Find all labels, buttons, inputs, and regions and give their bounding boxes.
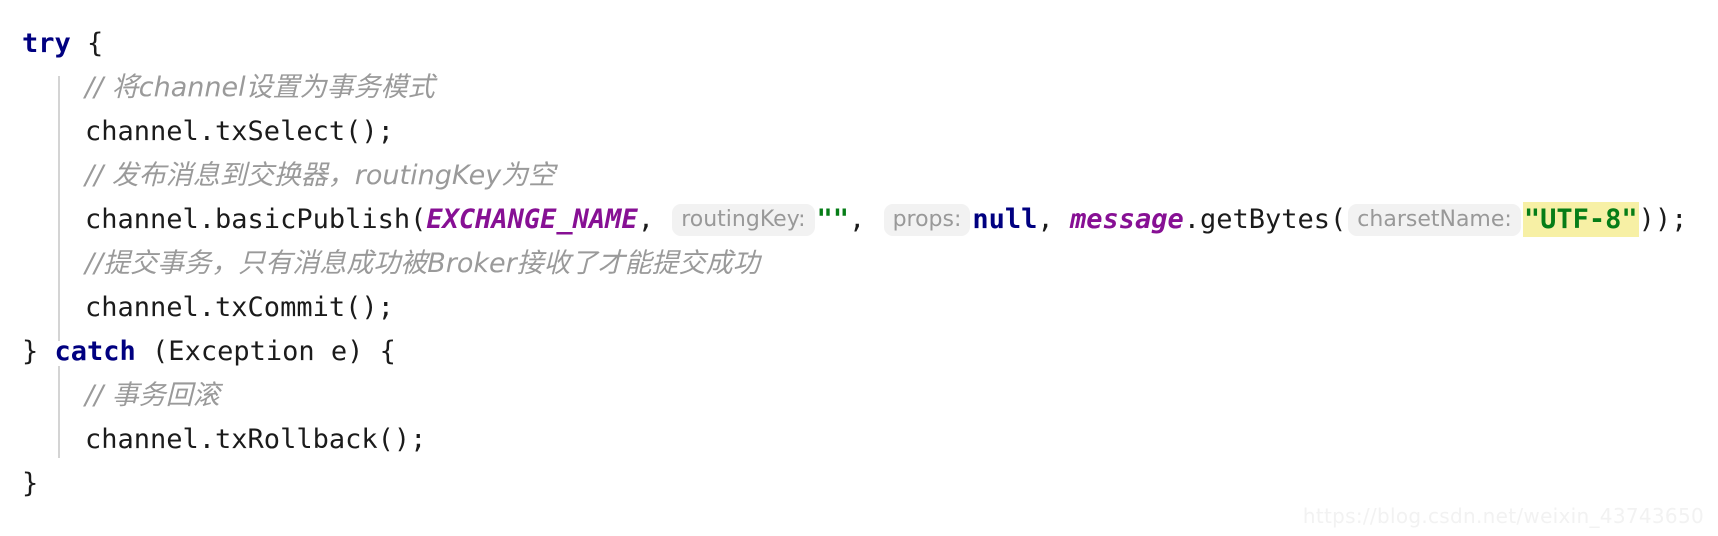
argument-utf8-highlighted: "UTF-8" bbox=[1522, 202, 1639, 237]
call-basic-publish-suffix: )); bbox=[1638, 204, 1688, 235]
brace-close-try: } bbox=[22, 336, 55, 367]
argument-null: null bbox=[972, 204, 1038, 235]
parameter-hint-routing-key[interactable]: routingKey: bbox=[672, 204, 815, 236]
code-line-6[interactable]: //提交事务，只有消息成功被Broker接收了才能提交成功 bbox=[22, 242, 1718, 286]
argument-separator: , bbox=[1037, 204, 1070, 235]
statement-tx-commit: channel.txCommit(); bbox=[85, 292, 394, 323]
argument-separator: , bbox=[637, 204, 671, 235]
comment-transaction-rollback: // 事务回滚 bbox=[85, 380, 220, 411]
code-line-1[interactable]: try { bbox=[22, 22, 1718, 66]
catch-exception-clause: (Exception e) { bbox=[135, 336, 396, 367]
keyword-catch: catch bbox=[54, 336, 136, 367]
code-line-9[interactable]: // 事务回滚 bbox=[22, 374, 1718, 418]
code-line-10[interactable]: channel.txRollback(); bbox=[22, 418, 1718, 462]
code-line-8[interactable]: } catch (Exception e) { bbox=[22, 330, 1718, 374]
code-content[interactable]: try { // 将channel设置为事务模式 channel.txSelec… bbox=[22, 22, 1718, 506]
comment-commit-transaction: //提交事务，只有消息成功被Broker接收了才能提交成功 bbox=[85, 248, 760, 279]
statement-tx-select: channel.txSelect(); bbox=[85, 116, 394, 147]
code-editor-pane[interactable]: try { // 将channel设置为事务模式 channel.txSelec… bbox=[0, 0, 1718, 536]
code-line-5[interactable]: channel.basicPublish(EXCHANGE_NAME, rout… bbox=[22, 198, 1718, 242]
comment-publish-message-to-exchange: // 发布消息到交换器，routingKey为空 bbox=[85, 160, 556, 191]
argument-exchange-name: EXCHANGE_NAME bbox=[426, 204, 638, 235]
brace-open-try: { bbox=[70, 28, 104, 59]
code-line-3[interactable]: channel.txSelect(); bbox=[22, 110, 1718, 154]
brace-close-catch: } bbox=[22, 468, 39, 499]
watermark-blog-url: https://blog.csdn.net/weixin_43743650 bbox=[1302, 504, 1704, 528]
argument-empty-string: "" bbox=[816, 204, 850, 235]
argument-separator: , bbox=[849, 204, 882, 235]
argument-message-variable: message bbox=[1069, 204, 1184, 235]
call-basic-publish-prefix: channel.basicPublish( bbox=[85, 204, 427, 235]
code-line-11[interactable]: } bbox=[22, 462, 1718, 506]
code-line-7[interactable]: channel.txCommit(); bbox=[22, 286, 1718, 330]
parameter-hint-charset-name[interactable]: charsetName: bbox=[1348, 204, 1521, 236]
code-line-4[interactable]: // 发布消息到交换器，routingKey为空 bbox=[22, 154, 1718, 198]
call-get-bytes: .getBytes( bbox=[1183, 204, 1347, 235]
parameter-hint-props[interactable]: props: bbox=[883, 204, 971, 236]
keyword-try: try bbox=[22, 28, 71, 59]
statement-tx-rollback: channel.txRollback(); bbox=[85, 424, 427, 455]
comment-set-channel-transaction-mode: // 将channel设置为事务模式 bbox=[85, 72, 435, 103]
code-line-2[interactable]: // 将channel设置为事务模式 bbox=[22, 66, 1718, 110]
